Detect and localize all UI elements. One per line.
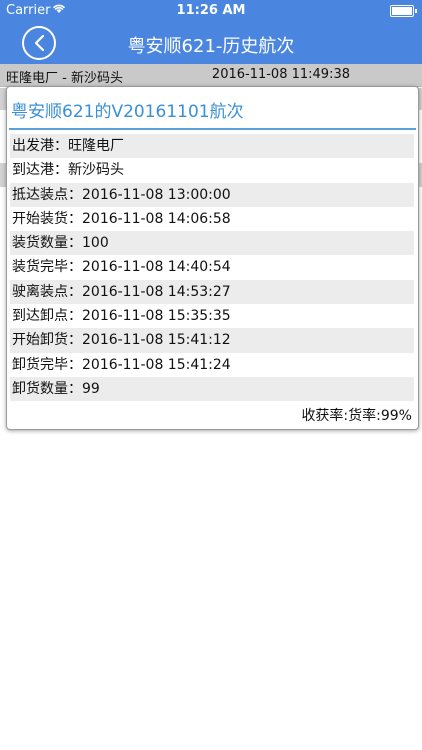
- list-item[interactable]: 旺隆电厂 - 新沙码头 2016-11-08 11:49:38: [0, 64, 422, 87]
- detail-row: 卸货完毕：2016-11-08 15:41:24: [12, 356, 231, 373]
- navigation-bar: 粤安顺621-历史航次: [0, 22, 422, 64]
- detail-row: 出发港：旺隆电厂: [10, 134, 414, 159]
- status-bar: Carrier 11:26 AM: [0, 0, 422, 22]
- detail-row: 到达卸点：2016-11-08 15:35:35: [12, 308, 231, 325]
- voyage-detail-dialog: 粤安顺621的V20161101航次 出发港：旺隆电厂 到达港：新沙码头 抵达装…: [6, 86, 419, 430]
- detail-row: 到达港：新沙码头: [12, 162, 124, 179]
- dialog-title: 粤安顺621的V20161101航次: [11, 102, 244, 122]
- clock: 11:26 AM: [176, 3, 246, 18]
- detail-row: 卸货数量：99: [10, 376, 414, 402]
- detail-row: 装货完毕：2016-11-08 14:40:54: [12, 259, 231, 276]
- detail-row: 装货数量：100: [10, 231, 414, 256]
- battery-icon: [390, 5, 417, 17]
- page-title: 粤安顺621-历史航次: [127, 36, 295, 57]
- detail-row: 驶离装点：2016-11-08 14:53:27: [10, 279, 414, 305]
- timestamp-label: 2016-11-08 11:49:38: [211, 67, 350, 82]
- route-label: 旺隆电厂 - 新沙码头: [6, 71, 123, 86]
- detail-row: 开始装货：2016-11-08 14:06:58: [12, 210, 231, 227]
- divider: [9, 128, 416, 130]
- detail-row: 抵达装点：2016-11-08 13:00:00: [10, 182, 414, 207]
- detail-list: 出发港：旺隆电厂 到达港：新沙码头 抵达装点：2016-11-08 13:00:…: [10, 134, 414, 402]
- ratio-label: 收获率:货率:99%: [301, 408, 412, 424]
- detail-row: 开始卸货：2016-11-08 15:41:12: [10, 328, 414, 353]
- voyage-list: 旺隆电厂 - 新沙码头 2016-11-08 11:49:38: [0, 64, 422, 87]
